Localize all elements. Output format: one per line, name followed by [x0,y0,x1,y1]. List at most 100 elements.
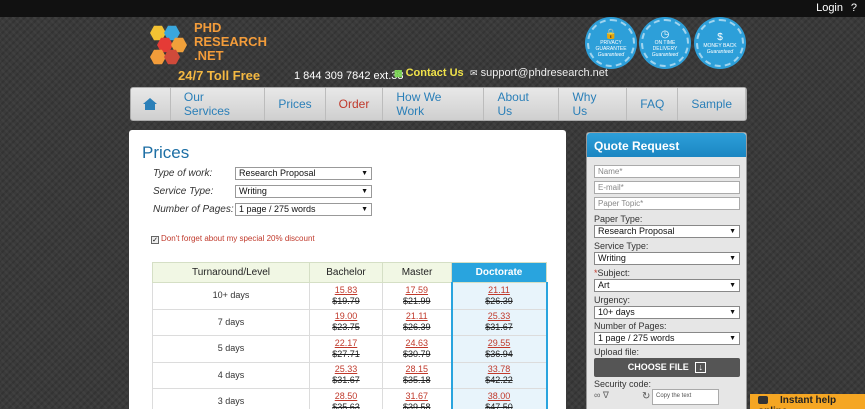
nav-sample[interactable]: Sample [678,88,746,120]
nav-home[interactable] [131,88,171,120]
pages-label: Number of Pages: [153,204,234,215]
old-price: $35.18 [402,375,431,386]
header-master: Master [382,262,452,283]
subject-label: *Subject: [594,268,630,278]
refresh-icon[interactable]: ↻ [642,391,650,402]
type-of-work-label: Type of work: [153,168,213,179]
discount-checkbox-row[interactable]: ✓ Don't forget about my special 20% disco… [151,234,315,244]
new-price-link[interactable]: 24.63 [383,338,451,349]
new-price-link[interactable]: 29.55 [453,338,546,349]
new-price-link[interactable]: 28.50 [310,391,382,402]
badge-sub: Guaranteed [597,51,625,58]
header-turnaround: Turnaround/Level [152,262,310,283]
table-row: 10+ days 15.83 $19.79 17.59 $21.99 21.11 $26.3… [152,282,548,310]
old-price: $19.79 [332,295,360,306]
new-price-link[interactable]: 25.33 [453,311,546,322]
new-price-link[interactable]: 21.11 [453,285,546,296]
service-type-select[interactable]: Writing ▼ [594,252,740,265]
price-cell: 31.67 $39.58 [382,388,452,409]
old-price: $39.58 [402,401,431,409]
dropdown-arrow-icon: ▼ [729,309,736,316]
new-price-link[interactable]: 25.33 [310,364,382,375]
nav-faq[interactable]: FAQ [627,88,679,120]
select-value: Art [598,280,610,290]
new-price-link[interactable]: 31.67 [383,391,451,402]
old-price: $26.39 [402,322,431,333]
new-price-link[interactable]: 22.17 [310,338,382,349]
subject-label-text: Subject: [597,268,631,278]
dollar-icon: $ [717,31,723,43]
new-price-link[interactable]: 15.83 [310,285,382,296]
privacy-badge: 🔒 PRIVACY GUARANTEE Guaranteed [587,19,635,67]
badge-title: ON TIME DELIVERY [652,39,678,52]
chat-icon: ▩ [394,68,403,78]
email-input[interactable]: E-mail* [594,181,740,194]
price-cell: 25.33 $31.67 [309,361,383,389]
instant-help-label: Instant help online [758,395,837,409]
main-nav: Our Services Prices Order How We Work Ab… [130,87,747,121]
old-price: $23.75 [332,322,360,333]
paper-topic-input[interactable]: Paper Topic* [594,197,740,210]
choose-file-label: CHOOSE FILE [627,362,689,372]
logo[interactable]: PHD RESEARCH .NET [148,19,273,67]
table-row: 4 days 25.33 $31.67 28.15 $35.18 33.78 $42.22 [152,361,548,389]
nav-why-us[interactable]: Why Us [559,88,628,120]
table-row: 7 days 19.00 $23.75 21.11 $26.39 25.33 $31.67 [152,308,548,336]
security-code-input[interactable]: Copy the text [652,389,719,405]
header-bachelor: Bachelor [309,262,383,283]
dropdown-arrow-icon: ▼ [361,170,368,177]
on-time-badge: ◷ ON TIME DELIVERY Guaranteed [641,19,689,67]
login-link[interactable]: Login [816,2,843,14]
service-type-label: Service Type: [594,241,649,251]
badge-title: PRIVACY GUARANTEE [595,39,627,52]
new-price-link[interactable]: 33.78 [453,364,546,375]
pages-select[interactable]: 1 page / 275 words ▼ [235,203,372,216]
phone-number[interactable]: 1 844 309 7842 ext.38 [294,70,403,82]
quote-title: Quote Request [587,133,746,157]
top-bar: Login ? [0,0,865,17]
service-type-label: Service Type: [153,186,214,197]
contact-us-link[interactable]: ▩ Contact Us [394,67,464,79]
turnaround-cell: 3 days [152,388,310,409]
price-cell: 24.63 $30.79 [382,335,452,363]
nav-about-us[interactable]: About Us [484,88,560,120]
name-input[interactable]: Name* [594,165,740,178]
nav-prices[interactable]: Prices [265,88,326,120]
new-price-link[interactable]: 21.11 [383,311,451,322]
pages-select[interactable]: 1 page / 275 words ▼ [594,332,740,345]
choose-file-button[interactable]: CHOOSE FILE ↓ [594,358,740,377]
dropdown-arrow-icon: ▼ [729,255,736,262]
dropdown-arrow-icon: ▼ [361,206,368,213]
old-price: $35.63 [332,401,360,409]
price-cell: 21.11 $26.39 [450,282,548,310]
paper-type-select[interactable]: Research Proposal ▼ [594,225,740,238]
header-doctorate: Doctorate [451,262,547,283]
discount-checkbox[interactable]: ✓ [151,236,159,244]
table-row: 3 days 28.50 $35.63 31.67 $39.58 38.00 $47.50 [152,388,548,409]
dropdown-arrow-icon: ▼ [361,188,368,195]
new-price-link[interactable]: 17.59 [383,285,451,296]
price-cell: 28.15 $35.18 [382,361,452,389]
help-link[interactable]: ? [851,2,857,14]
nav-our-services[interactable]: Our Services [171,88,266,120]
old-price: $31.67 [485,322,513,333]
price-cell: 25.33 $31.67 [450,308,548,336]
dropdown-arrow-icon: ▼ [729,335,736,342]
logo-text: PHD [194,20,222,35]
email-link[interactable]: ✉ support@phdresearch.net [470,67,608,79]
service-type-select[interactable]: Writing ▼ [235,185,372,198]
new-price-link[interactable]: 19.00 [310,311,382,322]
urgency-select[interactable]: 10+ days ▼ [594,306,740,319]
new-price-link[interactable]: 28.15 [383,364,451,375]
paper-type-label: Paper Type: [594,214,643,224]
nav-order[interactable]: Order [326,88,384,120]
instant-help-button[interactable]: Instant help online [750,394,865,409]
new-price-link[interactable]: 38.00 [453,391,546,402]
type-of-work-select[interactable]: Research Proposal ▼ [235,167,372,180]
subject-select[interactable]: Art ▼ [594,279,740,292]
nav-how-we-work[interactable]: How We Work [383,88,485,120]
badge-sub: Guaranteed [706,48,734,55]
page-title: Prices [142,143,190,162]
old-price: $30.79 [402,348,431,359]
price-table: Turnaround/Level Bachelor Master Doctora… [152,262,548,409]
